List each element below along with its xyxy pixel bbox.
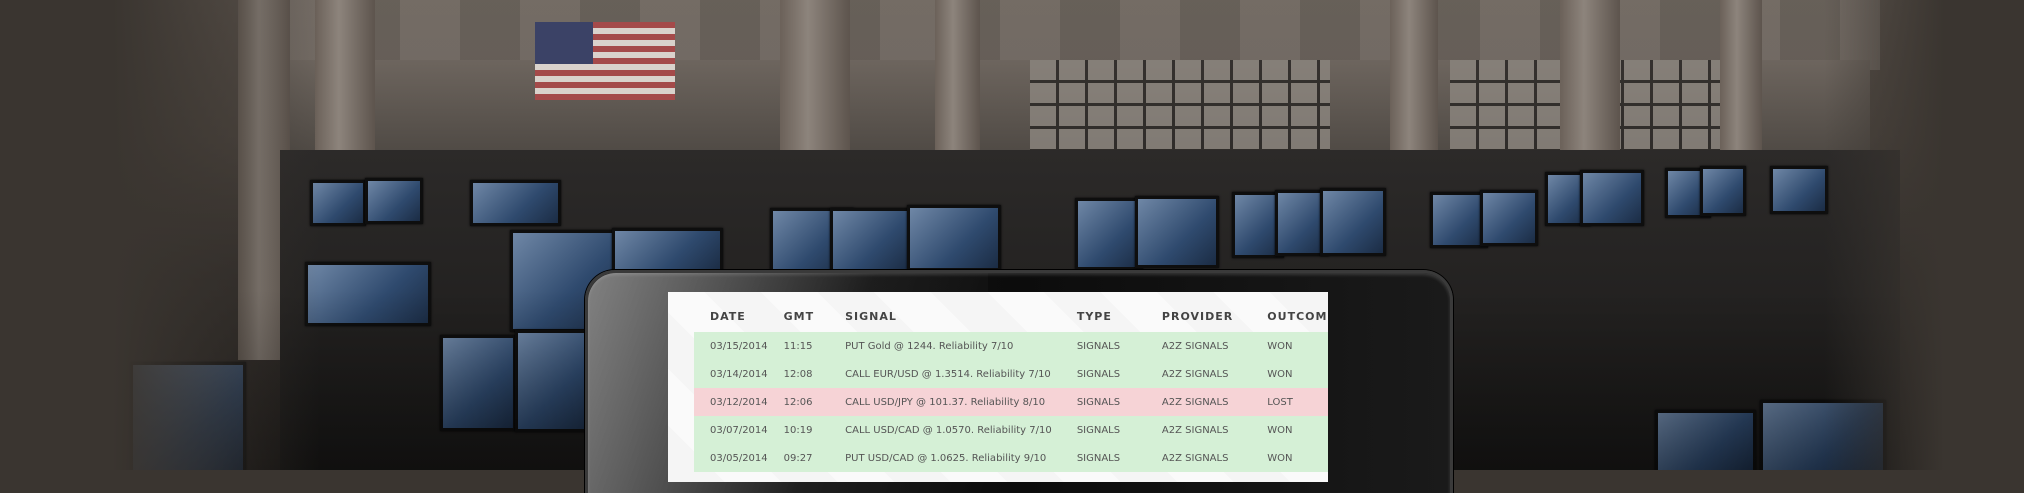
table-row: 03/15/2014 11:15 PUT Gold @ 1244. Reliab… [694,332,1328,360]
column-header-date: DATE [710,309,746,323]
cell-signal: CALL EUR/USD @ 1.3514. Reliability 7/10 [829,360,1061,388]
monitor [1580,170,1644,226]
monitor [1480,190,1538,246]
column-header-provider: PROVIDER [1161,309,1234,323]
cell-signal: CALL USD/JPY @ 101.37. Reliability 8/10 [829,388,1061,416]
cell-date: 03/14/2014 [694,360,768,388]
cell-date: 03/15/2014 [694,332,768,360]
monitor [830,208,912,272]
cell-signal: CALL USD/CAD @ 1.0570. Reliability 7/10 [829,416,1061,444]
cell-provider: A2Z SIGNALS [1145,332,1252,360]
cell-gmt: 12:08 [767,360,830,388]
table-row: 03/12/2014 12:06 CALL USD/JPY @ 101.37. … [694,388,1328,416]
table-header-row: DATE GMT SIGNAL TYPE PROVIDER OUTCOME [694,300,1328,332]
cell-gmt: 11:15 [767,332,830,360]
cell-signal: PUT Gold @ 1244. Reliability 7/10 [829,332,1061,360]
monitor [470,180,561,226]
monitor [1700,166,1746,216]
cell-outcome: WON [1251,416,1328,444]
cell-gmt: 10:19 [767,416,830,444]
cell-gmt: 12:06 [767,388,830,416]
cell-provider: A2Z SIGNALS [1145,416,1252,444]
left-fade [0,0,320,470]
cell-outcome: WON [1251,332,1328,360]
column-header-type: TYPE [1076,309,1112,323]
tablet-screen: DATE GMT SIGNAL TYPE PROVIDER OUTCOME 03… [668,292,1328,482]
column-header-gmt: GMT [783,309,815,323]
monitor [907,205,1001,271]
cell-signal: PUT USD/CAD @ 1.0625. Reliability 9/10 [829,444,1061,472]
cell-provider: A2Z SIGNALS [1145,360,1252,388]
cell-provider: A2Z SIGNALS [1145,444,1252,472]
cell-outcome: WON [1251,444,1328,472]
table-row: 03/05/2014 09:27 PUT USD/CAD @ 1.0625. R… [694,444,1328,472]
monitor [1075,198,1143,270]
cell-type: SIGNALS [1060,332,1146,360]
windows-center [1030,60,1330,160]
american-flag [535,22,675,100]
cell-outcome: LOST [1251,388,1328,416]
cell-type: SIGNALS [1060,388,1146,416]
monitor [365,178,423,224]
column-header-outcome: OUTCOME [1267,309,1328,323]
cell-date: 03/12/2014 [694,388,768,416]
table-row: 03/14/2014 12:08 CALL EUR/USD @ 1.3514. … [694,360,1328,388]
cell-type: SIGNALS [1060,360,1146,388]
monitor [1320,188,1386,256]
cell-date: 03/05/2014 [694,444,768,472]
cell-provider: A2Z SIGNALS [1145,388,1252,416]
monitor [1135,196,1219,268]
signals-table: DATE GMT SIGNAL TYPE PROVIDER OUTCOME 03… [694,300,1328,472]
cell-date: 03/07/2014 [694,416,768,444]
cell-outcome: WON [1251,360,1328,388]
column-header-signal: SIGNAL [845,309,897,323]
cell-gmt: 09:27 [767,444,830,472]
cell-type: SIGNALS [1060,416,1146,444]
monitor [1770,166,1828,214]
monitor [612,228,723,274]
table-row: 03/07/2014 10:19 CALL USD/CAD @ 1.0570. … [694,416,1328,444]
right-fade [1824,0,2024,470]
cell-type: SIGNALS [1060,444,1146,472]
